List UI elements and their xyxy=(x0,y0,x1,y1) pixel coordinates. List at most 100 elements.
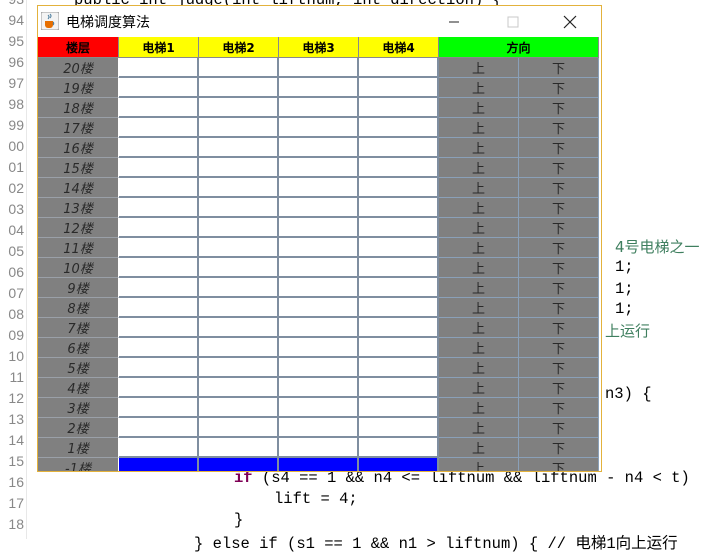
line-number: 18 xyxy=(8,516,24,532)
floor-label: 19楼 xyxy=(38,78,119,98)
lift-shaft-cell xyxy=(119,178,199,198)
down-button[interactable]: 下 xyxy=(519,418,599,438)
up-button[interactable]: 上 xyxy=(439,358,519,378)
lift-shaft-cell xyxy=(119,258,199,278)
line-number: 00 xyxy=(8,138,24,154)
line-number: 96 xyxy=(8,54,24,70)
line-number: 05 xyxy=(8,243,24,259)
lift-shaft-cell xyxy=(359,98,439,118)
floor-label: 1楼 xyxy=(38,438,119,458)
line-number: 97 xyxy=(8,75,24,91)
down-button[interactable]: 下 xyxy=(519,318,599,338)
code-fragment: n3) { xyxy=(605,385,652,403)
floor-label: 3楼 xyxy=(38,398,119,418)
down-button[interactable]: 下 xyxy=(519,58,599,78)
maximize-icon xyxy=(507,16,519,27)
down-button[interactable]: 下 xyxy=(519,338,599,358)
up-button[interactable]: 上 xyxy=(439,138,519,158)
floor-label: 12楼 xyxy=(38,218,119,238)
lift-shaft-cell xyxy=(359,278,439,298)
code-fragment: 1; xyxy=(615,258,634,276)
lift-shaft-cell xyxy=(199,118,279,138)
floor-label: 14楼 xyxy=(38,178,119,198)
floor-label: 7楼 xyxy=(38,318,119,338)
header-lift-2: 电梯2 xyxy=(199,37,279,58)
lift-shaft-cell xyxy=(279,258,359,278)
floor-label: 4楼 xyxy=(38,378,119,398)
lift-shaft-cell xyxy=(119,158,199,178)
elevator-grid: 楼层 电梯1 电梯2 电梯3 电梯4 方向 20楼上下 19楼上下 18楼上下 17楼上下 16楼上… xyxy=(38,37,599,471)
down-button[interactable]: 下 xyxy=(519,358,599,378)
lift-shaft-cell xyxy=(119,318,199,338)
lift-shaft-cell xyxy=(359,58,439,78)
lift-shaft-cell xyxy=(279,378,359,398)
lift-shaft-cell xyxy=(279,178,359,198)
down-button[interactable]: 下 xyxy=(519,378,599,398)
lift-shaft-cell xyxy=(199,158,279,178)
up-button[interactable]: 上 xyxy=(439,218,519,238)
up-button[interactable]: 上 xyxy=(439,78,519,98)
up-button[interactable]: 上 xyxy=(439,418,519,438)
lift-shaft-cell xyxy=(279,318,359,338)
up-button[interactable]: 上 xyxy=(439,198,519,218)
code-fragment: 1; xyxy=(615,300,634,318)
line-number: 95 xyxy=(8,33,24,49)
floor-label: -1楼 xyxy=(38,458,119,471)
down-button[interactable]: 下 xyxy=(519,158,599,178)
up-button[interactable]: 上 xyxy=(439,118,519,138)
up-button[interactable]: 上 xyxy=(439,298,519,318)
title-bar[interactable]: 电梯调度算法 xyxy=(38,6,601,37)
minimize-button[interactable] xyxy=(431,6,477,37)
up-button[interactable]: 上 xyxy=(439,178,519,198)
down-button[interactable]: 下 xyxy=(519,98,599,118)
floor-label: 8楼 xyxy=(38,298,119,318)
lift-shaft-cell xyxy=(119,298,199,318)
up-button[interactable]: 上 xyxy=(439,398,519,418)
down-button[interactable]: 下 xyxy=(519,458,599,471)
down-button[interactable]: 下 xyxy=(519,118,599,138)
lift-shaft-cell xyxy=(199,78,279,98)
down-button[interactable]: 下 xyxy=(519,198,599,218)
up-button[interactable]: 上 xyxy=(439,458,519,471)
down-button[interactable]: 下 xyxy=(519,398,599,418)
up-button[interactable]: 上 xyxy=(439,238,519,258)
up-button[interactable]: 上 xyxy=(439,98,519,118)
lift-shaft-cell xyxy=(359,78,439,98)
floor-label: 2楼 xyxy=(38,418,119,438)
down-button[interactable]: 下 xyxy=(519,138,599,158)
lift-shaft-cell xyxy=(199,98,279,118)
down-button[interactable]: 下 xyxy=(519,438,599,458)
up-button[interactable]: 上 xyxy=(439,438,519,458)
lift-shaft-cell xyxy=(359,358,439,378)
code-fragment: 1; xyxy=(615,280,634,298)
down-button[interactable]: 下 xyxy=(519,218,599,238)
floor-label: 6楼 xyxy=(38,338,119,358)
up-button[interactable]: 上 xyxy=(439,278,519,298)
down-button[interactable]: 下 xyxy=(519,278,599,298)
window-title: 电梯调度算法 xyxy=(66,15,150,31)
lift-shaft-cell xyxy=(359,398,439,418)
lift-car-1 xyxy=(119,458,199,471)
lift-shaft-cell xyxy=(119,418,199,438)
floor-label: 13楼 xyxy=(38,198,119,218)
header-floor: 楼层 xyxy=(38,37,119,58)
up-button[interactable]: 上 xyxy=(439,58,519,78)
maximize-button[interactable] xyxy=(490,6,536,37)
up-button[interactable]: 上 xyxy=(439,158,519,178)
down-button[interactable]: 下 xyxy=(519,238,599,258)
up-button[interactable]: 上 xyxy=(439,318,519,338)
close-button[interactable] xyxy=(547,6,593,37)
up-button[interactable]: 上 xyxy=(439,338,519,358)
app-window[interactable]: 电梯调度算法 楼层 电梯1 电梯2 电梯3 电梯4 方向 20楼上下 19楼上下 18楼上下 17… xyxy=(37,5,602,472)
line-number: 04 xyxy=(8,222,24,238)
down-button[interactable]: 下 xyxy=(519,78,599,98)
up-button[interactable]: 上 xyxy=(439,378,519,398)
lift-shaft-cell xyxy=(119,58,199,78)
down-button[interactable]: 下 xyxy=(519,298,599,318)
up-button[interactable]: 上 xyxy=(439,258,519,278)
line-number: 15 xyxy=(8,453,24,469)
down-button[interactable]: 下 xyxy=(519,178,599,198)
down-button[interactable]: 下 xyxy=(519,258,599,278)
close-icon xyxy=(563,15,577,28)
lift-shaft-cell xyxy=(359,418,439,438)
